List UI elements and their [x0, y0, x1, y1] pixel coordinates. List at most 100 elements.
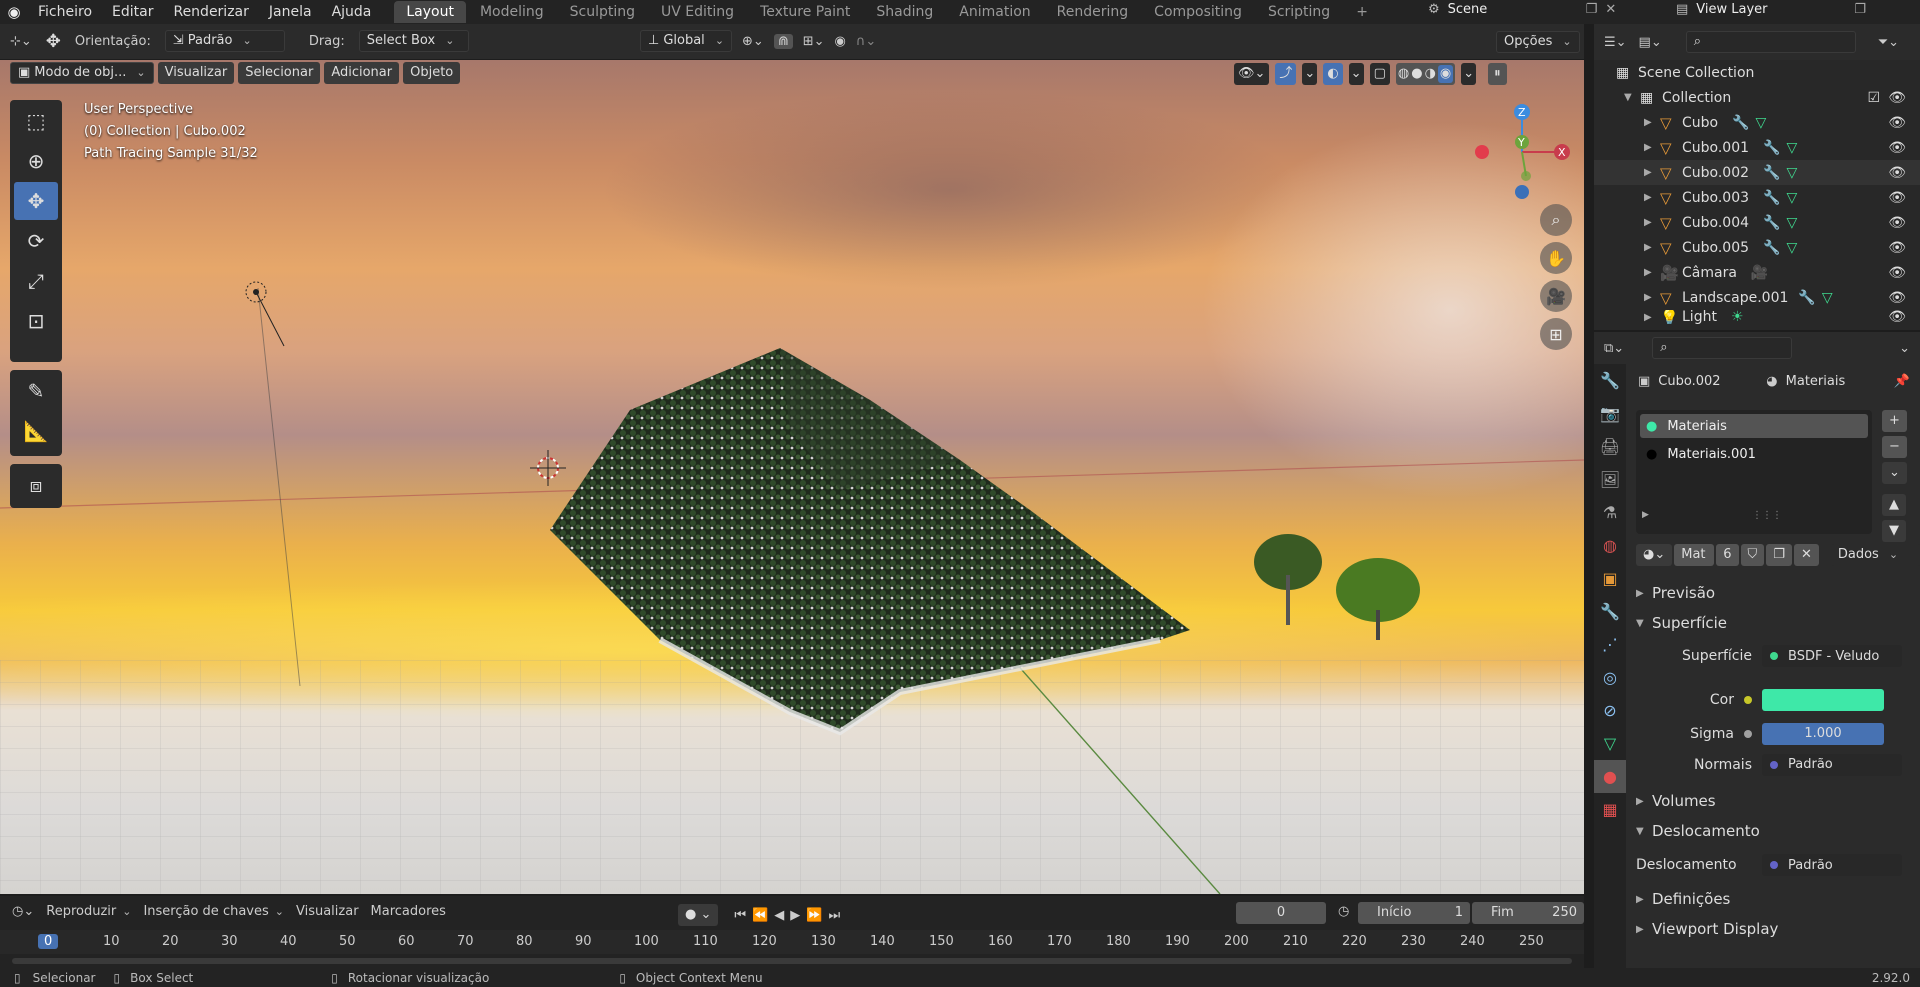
jump-keyframe-back-icon[interactable]: ⏪	[752, 908, 768, 923]
transform-pivot-icon[interactable]: ✥	[46, 31, 61, 52]
gizmo-toggle-icon[interactable]: ⤴	[1275, 63, 1297, 85]
tab-shading[interactable]: Shading	[864, 1, 945, 23]
mode-dropdown[interactable]: ▣ Modo de obj...	[10, 62, 154, 84]
shading-dropdown-icon[interactable]: ⌄	[1461, 63, 1477, 85]
editor-type-icon[interactable]: ⊹⌄	[10, 34, 32, 49]
checkbox-icon[interactable]: ☑	[1867, 90, 1880, 106]
jump-end-icon[interactable]: ⏭	[828, 908, 840, 923]
material-name-field[interactable]: Mat	[1674, 544, 1715, 566]
remove-slot-icon[interactable]: −	[1882, 436, 1907, 458]
physics-tab-icon[interactable]: ◎	[1594, 661, 1626, 694]
scene-name[interactable]: Scene	[1448, 2, 1578, 17]
resize-handle-icon[interactable]: ⋮⋮⋮	[1752, 510, 1782, 521]
tool-tab-icon[interactable]: 🔧	[1594, 364, 1626, 397]
material-shading-icon[interactable]: ◑	[1425, 65, 1436, 83]
menu-help[interactable]: Ajuda	[322, 4, 382, 20]
overlays-toggle-icon[interactable]: ◐	[1323, 63, 1343, 85]
perspective-toggle-icon[interactable]: ⊞	[1540, 318, 1572, 350]
gizmo-dropdown-icon[interactable]: ⌄	[1302, 63, 1318, 85]
snap-icon[interactable]: ⋒	[773, 33, 793, 49]
surface-shader-field[interactable]: BSDF - Veludo	[1762, 645, 1902, 667]
tab-uv-editing[interactable]: UV Editing	[649, 1, 746, 23]
properties-editor-icon[interactable]: ⧉⌄	[1604, 341, 1624, 356]
timeline-scrollbar[interactable]	[12, 958, 1572, 964]
eye-icon[interactable]: 👁	[1888, 310, 1906, 324]
section-surface[interactable]: ▼ Superfície	[1626, 608, 1920, 638]
select-box-tool-icon[interactable]: ⬚	[14, 102, 58, 140]
section-displacement[interactable]: ▼ Deslocamento	[1626, 816, 1920, 846]
eye-icon[interactable]: 👁	[1888, 115, 1906, 131]
play-icon[interactable]: ▶	[790, 908, 800, 923]
island-landscape[interactable]	[540, 340, 1200, 740]
move-up-icon[interactable]: ▲	[1882, 494, 1906, 516]
menu-object[interactable]: Objeto	[403, 62, 461, 84]
duplicate-icon[interactable]: ❐	[1766, 544, 1792, 566]
display-mode-icon[interactable]: ▤⌄	[1639, 35, 1662, 50]
tab-layout[interactable]: Layout	[394, 1, 466, 23]
menu-view[interactable]: Visualizar	[157, 62, 235, 84]
expand-icon[interactable]: ▶	[1644, 142, 1660, 153]
play-reverse-icon[interactable]: ◀	[774, 908, 784, 923]
wireframe-shading-icon[interactable]: ◍	[1398, 65, 1409, 83]
filter-icon[interactable]: ⏷⌄	[1878, 35, 1899, 50]
pin-icon[interactable]: 📌	[1894, 374, 1910, 389]
eye-icon[interactable]: 👁	[1888, 215, 1906, 231]
eye-icon[interactable]: 👁	[1888, 165, 1906, 181]
eye-icon[interactable]: 👁	[1888, 140, 1906, 156]
start-frame-field[interactable]: Início 1	[1358, 902, 1470, 924]
add-workspace-button[interactable]: +	[1344, 1, 1380, 23]
expand-icon[interactable]: ▶	[1644, 292, 1660, 303]
section-volumes[interactable]: ▶ Volumes	[1626, 786, 1920, 816]
outliner-editor-icon[interactable]: ☰⌄	[1604, 35, 1627, 50]
light-object-icon[interactable]	[232, 268, 292, 348]
eye-icon[interactable]: 👁	[1888, 265, 1906, 281]
tab-rendering[interactable]: Rendering	[1045, 1, 1141, 23]
annotate-tool-icon[interactable]: ✎	[14, 372, 58, 410]
trees[interactable]	[1246, 530, 1426, 640]
menu-view[interactable]: Visualizar	[296, 904, 359, 919]
properties-search-input[interactable]: ⌕	[1652, 337, 1793, 359]
tab-scripting[interactable]: Scripting	[1256, 1, 1342, 23]
rendered-shading-icon[interactable]: ◉	[1437, 65, 1454, 83]
options-dropdown[interactable]: Opções	[1496, 31, 1580, 53]
measure-tool-icon[interactable]: 📐	[14, 412, 58, 450]
outliner-row-cubo[interactable]: ▶ ▽ Cubo 🔧 ▽ 👁	[1594, 110, 1920, 135]
cursor-tool-icon[interactable]: ⊕	[14, 142, 58, 180]
eye-icon[interactable]: 👁	[1888, 190, 1906, 206]
pivot-point-icon[interactable]: ⊕⌄	[742, 34, 764, 49]
expand-icon[interactable]: ▶	[1644, 117, 1660, 128]
jump-keyframe-forward-icon[interactable]: ⏩	[806, 908, 822, 923]
expand-icon[interactable]: ▶	[1644, 192, 1660, 203]
fake-user-icon[interactable]: ⛉	[1740, 544, 1765, 566]
expand-icon[interactable]: ▶	[1642, 510, 1649, 520]
link-dropdown[interactable]: Dados	[1830, 544, 1920, 566]
modifier-tab-icon[interactable]: 🔧	[1594, 595, 1626, 628]
eye-icon[interactable]: 👁	[1888, 240, 1906, 256]
displacement-field[interactable]: Padrão	[1762, 854, 1902, 876]
pause-render-icon[interactable]: ⏸	[1488, 63, 1507, 85]
outliner-row-cubo-004[interactable]: ▶ ▽ Cubo.004 🔧 ▽ 👁	[1594, 210, 1920, 235]
copy-icon[interactable]: ❐	[1854, 2, 1866, 17]
expand-icon[interactable]: ▶	[1644, 312, 1660, 323]
outliner-row-cubo-005[interactable]: ▶ ▽ Cubo.005 🔧 ▽ 👁	[1594, 235, 1920, 260]
zoom-icon[interactable]: ⌕	[1540, 204, 1572, 236]
add-slot-icon[interactable]: +	[1882, 410, 1907, 432]
close-icon[interactable]: ✕	[1605, 2, 1616, 17]
outliner-row-light[interactable]: ▶ 💡 Light ☀ 👁	[1594, 310, 1920, 324]
transform-tool-icon[interactable]: ⊡	[14, 302, 58, 340]
snap-target-icon[interactable]: ⊞⌄	[803, 34, 825, 49]
menu-render[interactable]: Renderizar	[163, 4, 258, 20]
menu-window[interactable]: Janela	[259, 4, 322, 20]
current-frame-field[interactable]: 0	[1236, 902, 1326, 924]
menu-select[interactable]: Selecionar	[238, 62, 321, 84]
panel-dropdown-icon[interactable]: ⌄	[1899, 341, 1910, 356]
normals-field[interactable]: Padrão	[1762, 753, 1902, 776]
material-tab-icon[interactable]: ●	[1594, 760, 1626, 793]
outliner-row-scene-collection[interactable]: ▦ Scene Collection	[1594, 60, 1920, 85]
overlays-dropdown-icon[interactable]: ⌄	[1348, 63, 1364, 85]
navigation-gizmo[interactable]: Z X Y	[1470, 100, 1580, 210]
eye-icon[interactable]: 👁	[1888, 90, 1906, 106]
outliner-row-camera[interactable]: ▶ 🎥 Câmara 🎥 👁	[1594, 260, 1920, 285]
outliner-row-collection[interactable]: ▼ ▦ Collection ☑ 👁	[1594, 85, 1920, 110]
outliner-row-landscape[interactable]: ▶ ▽ Landscape.001 🔧 ▽ 👁	[1594, 285, 1920, 310]
